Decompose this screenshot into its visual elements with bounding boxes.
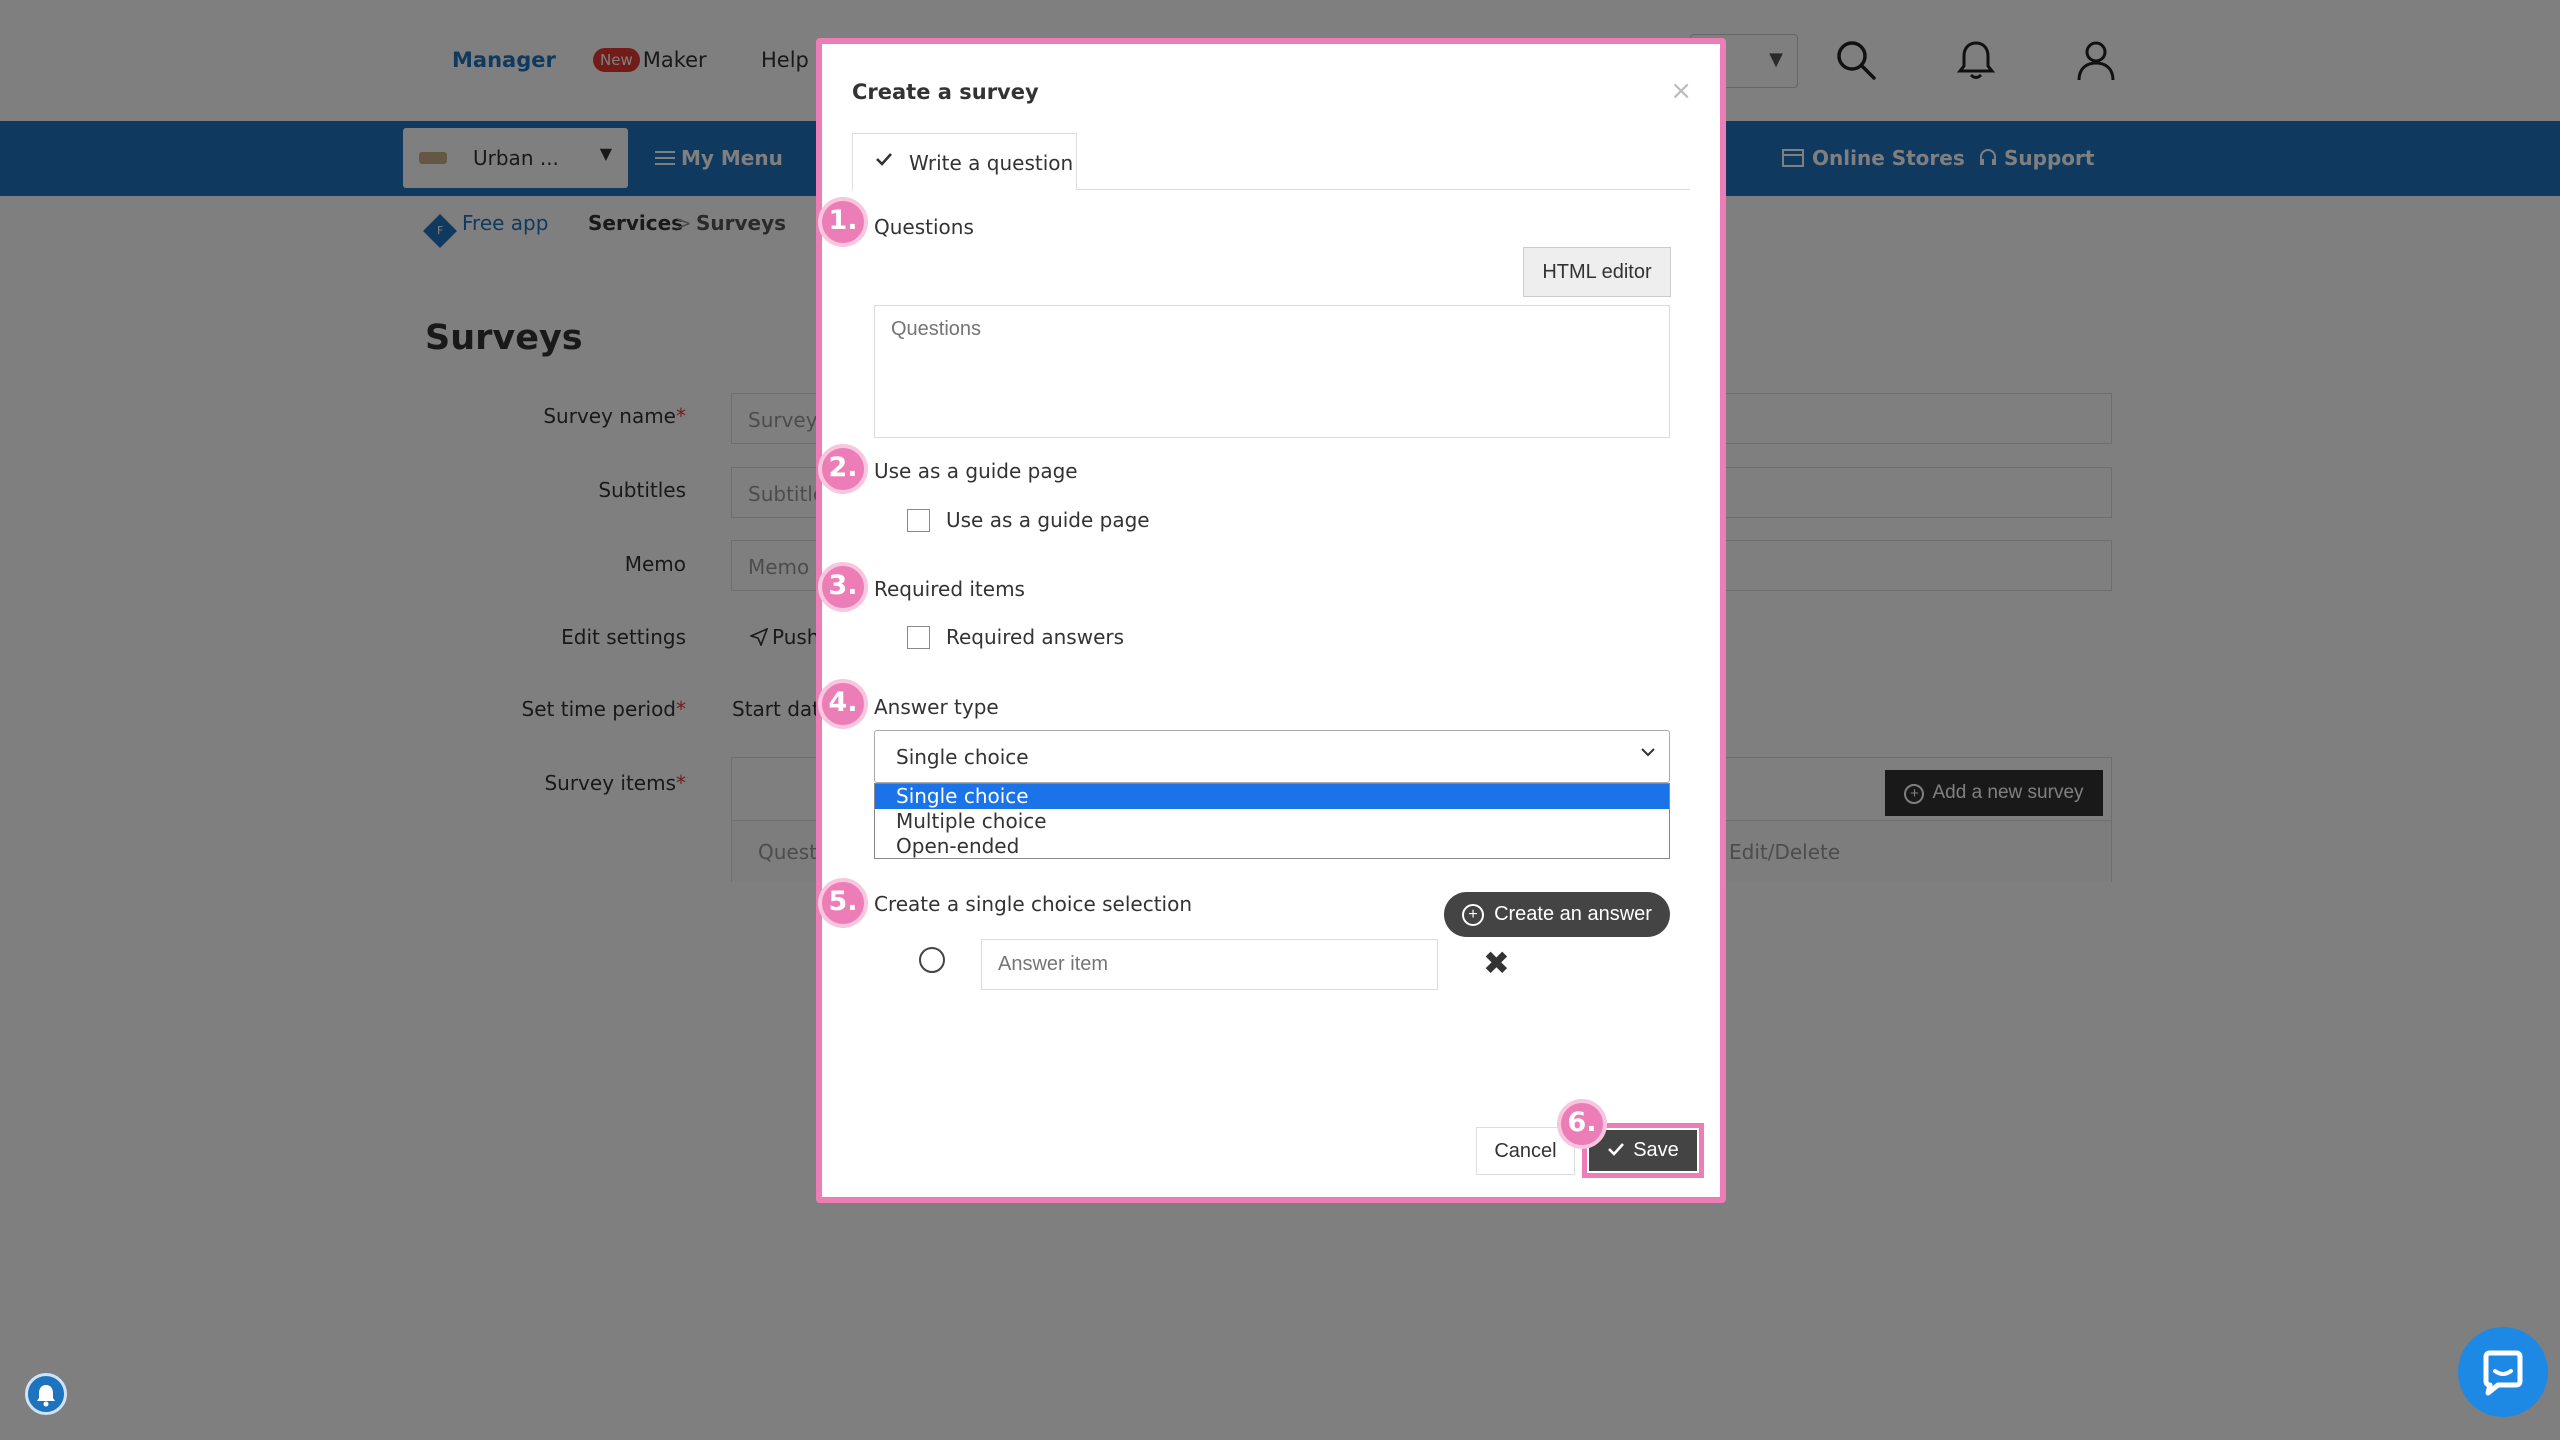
step-marker-6: 6. bbox=[1557, 1099, 1607, 1149]
guide-page-checkbox-label: Use as a guide page bbox=[946, 508, 1150, 532]
modal-title: Create a survey bbox=[852, 80, 1039, 104]
html-editor-button[interactable]: HTML editor bbox=[1523, 247, 1671, 297]
questions-textarea[interactable] bbox=[874, 305, 1670, 438]
create-answer-label: Create an answer bbox=[1494, 903, 1652, 925]
answer-radio[interactable] bbox=[919, 947, 945, 973]
questions-label: Questions bbox=[874, 215, 974, 239]
delete-answer-icon[interactable]: ✖ bbox=[1483, 944, 1510, 982]
answer-type-selected: Single choice bbox=[896, 745, 1029, 769]
required-items-label: Required items bbox=[874, 577, 1025, 601]
guide-page-checkbox[interactable] bbox=[907, 509, 930, 532]
step-marker-3: 3. bbox=[818, 562, 868, 612]
check-icon bbox=[876, 153, 892, 166]
guide-page-label: Use as a guide page bbox=[874, 459, 1078, 483]
chat-fab[interactable] bbox=[2458, 1327, 2548, 1417]
notification-fab[interactable] bbox=[25, 1373, 67, 1415]
check-icon bbox=[1608, 1143, 1625, 1156]
required-answers-label: Required answers bbox=[946, 625, 1125, 649]
bell-icon bbox=[37, 1385, 55, 1407]
chat-icon bbox=[2483, 1350, 2523, 1396]
plus-circle-icon: + bbox=[1462, 904, 1485, 926]
tab-write-question[interactable]: Write a question bbox=[852, 133, 1077, 191]
answer-item-input[interactable] bbox=[981, 939, 1438, 990]
step-marker-5: 5. bbox=[818, 878, 868, 928]
close-icon[interactable]: × bbox=[1670, 76, 1692, 106]
option-open-ended[interactable]: Open-ended bbox=[875, 834, 1669, 859]
answer-type-label: Answer type bbox=[874, 695, 999, 719]
guide-page-checkbox-row[interactable]: Use as a guide page bbox=[907, 508, 1150, 532]
create-answer-button[interactable]: + Create an answer bbox=[1444, 892, 1670, 937]
answer-type-options: Single choice Multiple choice Open-ended bbox=[874, 783, 1670, 859]
save-button[interactable]: Save bbox=[1589, 1130, 1697, 1171]
chevron-down-icon bbox=[1641, 748, 1655, 757]
required-answers-row[interactable]: Required answers bbox=[907, 625, 1124, 649]
save-label: Save bbox=[1633, 1139, 1679, 1161]
single-choice-label: Create a single choice selection bbox=[874, 892, 1193, 916]
option-multiple-choice[interactable]: Multiple choice bbox=[875, 809, 1669, 834]
answer-type-select[interactable]: Single choice bbox=[874, 730, 1670, 783]
step-marker-1: 1. bbox=[818, 197, 868, 247]
option-single-choice[interactable]: Single choice bbox=[875, 784, 1669, 809]
required-answers-checkbox[interactable] bbox=[907, 626, 930, 649]
create-survey-modal: Create a survey × Write a question 1. Qu… bbox=[816, 38, 1726, 1203]
step-marker-4: 4. bbox=[818, 679, 868, 729]
step-marker-2: 2. bbox=[818, 444, 868, 494]
tab-label: Write a question bbox=[909, 151, 1074, 175]
